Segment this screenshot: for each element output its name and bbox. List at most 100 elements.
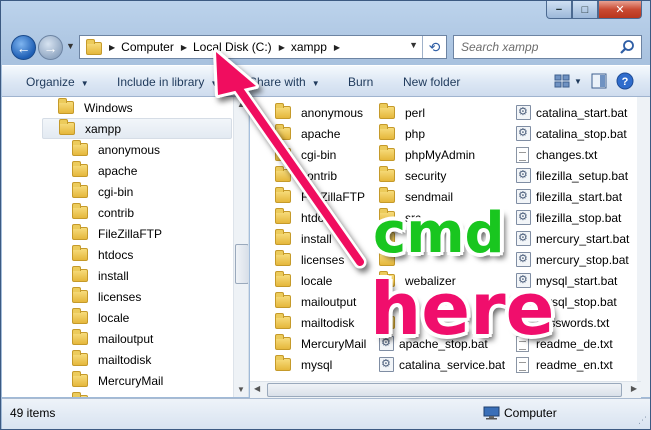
breadcrumb-separator-icon[interactable]: ▶ (334, 43, 340, 52)
recent-pages-dropdown[interactable]: ▼ (66, 41, 78, 53)
nav-tree-item[interactable]: xampp (42, 118, 232, 139)
file-item[interactable]: mysql_start.bat (516, 270, 617, 291)
file-item[interactable]: php (379, 123, 425, 144)
file-item[interactable]: mailtodisk (275, 312, 354, 333)
scroll-down-icon[interactable]: ▼ (237, 385, 245, 394)
file-item[interactable]: readme_en.txt (516, 354, 613, 375)
nav-tree-item[interactable]: install (72, 265, 129, 286)
nav-tree-item[interactable]: mailoutput (72, 328, 153, 349)
folder-icon (379, 271, 395, 287)
file-item[interactable]: mysql (275, 354, 332, 375)
nav-tree-item[interactable]: apache (72, 160, 137, 181)
nav-tree-item[interactable]: FileZillaFTP (72, 223, 162, 244)
scrollbar-thumb[interactable] (235, 244, 248, 284)
file-item[interactable]: mysql_stop.bat (516, 291, 617, 312)
nav-tree-item[interactable]: mysql (72, 391, 129, 397)
file-item[interactable]: filezilla_start.bat (516, 186, 622, 207)
file-item[interactable]: cgi-bin (275, 144, 336, 165)
file-item[interactable]: phpMyAdmin (379, 144, 475, 165)
breadcrumb-separator-icon[interactable]: ▶ (109, 43, 115, 52)
file-item[interactable]: locale (275, 270, 332, 291)
scroll-left-icon[interactable]: ◀ (254, 384, 260, 393)
nav-tree-item[interactable]: contrib (72, 202, 134, 223)
file-item[interactable]: catalina_start.bat (516, 102, 627, 123)
file-item[interactable]: catalina_stop.bat (516, 123, 627, 144)
close-button[interactable]: ✕ (598, 1, 642, 19)
organize-button[interactable]: Organize ▼ (26, 75, 89, 89)
file-item[interactable] (379, 291, 405, 312)
nav-tree-item[interactable]: MercuryMail (72, 370, 163, 391)
breadcrumb-local-disk[interactable]: Local Disk (C:) (193, 40, 272, 54)
file-item[interactable]: filezilla_stop.bat (516, 207, 621, 228)
scrollbar-thumb[interactable] (267, 383, 622, 397)
back-button[interactable]: ← (11, 35, 36, 60)
file-item[interactable]: src (379, 207, 421, 228)
nav-tree-item[interactable]: licenses (72, 286, 141, 307)
file-item[interactable]: licenses (275, 249, 344, 270)
file-item[interactable]: webalizer (379, 270, 456, 291)
breadcrumb-separator-icon[interactable]: ▶ (181, 43, 187, 52)
file-item[interactable]: FileZillaFTP (275, 186, 365, 207)
file-list-horizontal-scrollbar[interactable]: ◀ ▶ (250, 381, 641, 398)
change-view-icon[interactable] (553, 72, 571, 90)
file-item[interactable]: sendmail (379, 186, 453, 207)
file-item[interactable]: mercury_stop.bat (516, 249, 629, 270)
breadcrumb-separator-icon[interactable]: ▶ (279, 43, 285, 52)
nav-tree-label: contrib (98, 205, 135, 220)
nav-tree-label: xampp (85, 121, 122, 136)
breadcrumb-xampp[interactable]: xampp (291, 40, 327, 54)
file-list-vertical-scrollbar[interactable] (637, 97, 650, 397)
file-item[interactable] (379, 228, 405, 249)
nav-tree-item[interactable]: locale (72, 307, 129, 328)
nav-tree-label: FileZillaFTP (98, 226, 163, 241)
text-file-icon (516, 314, 529, 331)
include-in-library-button[interactable]: Include in library ▼ (117, 75, 218, 89)
burn-button[interactable]: Burn (348, 75, 373, 89)
file-item[interactable]: anonymous (275, 102, 363, 123)
refresh-icon: ⟲ (428, 38, 441, 55)
explorer-window: − □ ✕ ← → ▼ ▶ Computer ▶ Local Disk (C:)… (0, 0, 651, 430)
address-bar[interactable]: ▶ Computer ▶ Local Disk (C:) ▶ xampp ▶ ▼… (79, 35, 447, 59)
new-folder-button[interactable]: New folder (403, 75, 460, 89)
file-name: php (405, 126, 426, 141)
help-icon[interactable]: ? (616, 72, 634, 90)
file-item[interactable] (379, 312, 405, 333)
nav-tree-item[interactable]: cgi-bin (72, 181, 133, 202)
scroll-up-icon[interactable]: ▲ (237, 100, 245, 109)
nav-tree-item[interactable]: htdocs (72, 244, 133, 265)
file-item[interactable]: perl (379, 102, 425, 123)
file-item[interactable]: security (379, 165, 446, 186)
file-item[interactable]: MercuryMail (275, 333, 366, 354)
file-item[interactable]: mailoutput (275, 291, 356, 312)
address-history-dropdown[interactable]: ▼ (409, 40, 418, 50)
share-with-button[interactable]: Share with ▼ (249, 75, 320, 89)
maximize-button[interactable]: □ (572, 1, 598, 19)
file-item[interactable]: htdocs (275, 207, 336, 228)
file-item[interactable]: readme_de.txt (516, 333, 613, 354)
file-item[interactable]: contrib (275, 165, 337, 186)
breadcrumb-computer[interactable]: Computer (121, 40, 174, 54)
folder-icon (275, 229, 291, 245)
forward-button[interactable]: → (38, 35, 63, 60)
file-item[interactable]: install (275, 228, 332, 249)
chevron-down-icon[interactable]: ▼ (574, 77, 582, 90)
search-input[interactable]: Search xampp (453, 35, 642, 59)
file-item[interactable]: changes.txt (516, 144, 597, 165)
search-icon[interactable] (619, 39, 635, 55)
minimize-button[interactable]: − (546, 1, 572, 19)
file-item[interactable]: apache (275, 123, 340, 144)
resize-grip-icon[interactable]: ⋰ (638, 415, 647, 426)
navigation-scrollbar[interactable]: ▲ ▼ (233, 97, 248, 397)
nav-tree-item[interactable]: Windows (58, 97, 133, 118)
file-item[interactable]: apache_stop.bat (379, 333, 488, 354)
nav-tree-item[interactable]: mailtodisk (72, 349, 151, 370)
file-item[interactable] (379, 249, 405, 270)
nav-tree-item[interactable]: anonymous (72, 139, 160, 160)
preview-pane-icon[interactable] (590, 72, 608, 90)
file-item[interactable]: passwords.txt (516, 312, 609, 333)
refresh-button[interactable]: ⟲ (422, 36, 446, 58)
file-item[interactable]: filezilla_setup.bat (516, 165, 628, 186)
file-item[interactable]: mercury_start.bat (516, 228, 629, 249)
scroll-right-icon[interactable]: ▶ (631, 384, 637, 393)
file-item[interactable]: catalina_service.bat (379, 354, 505, 375)
